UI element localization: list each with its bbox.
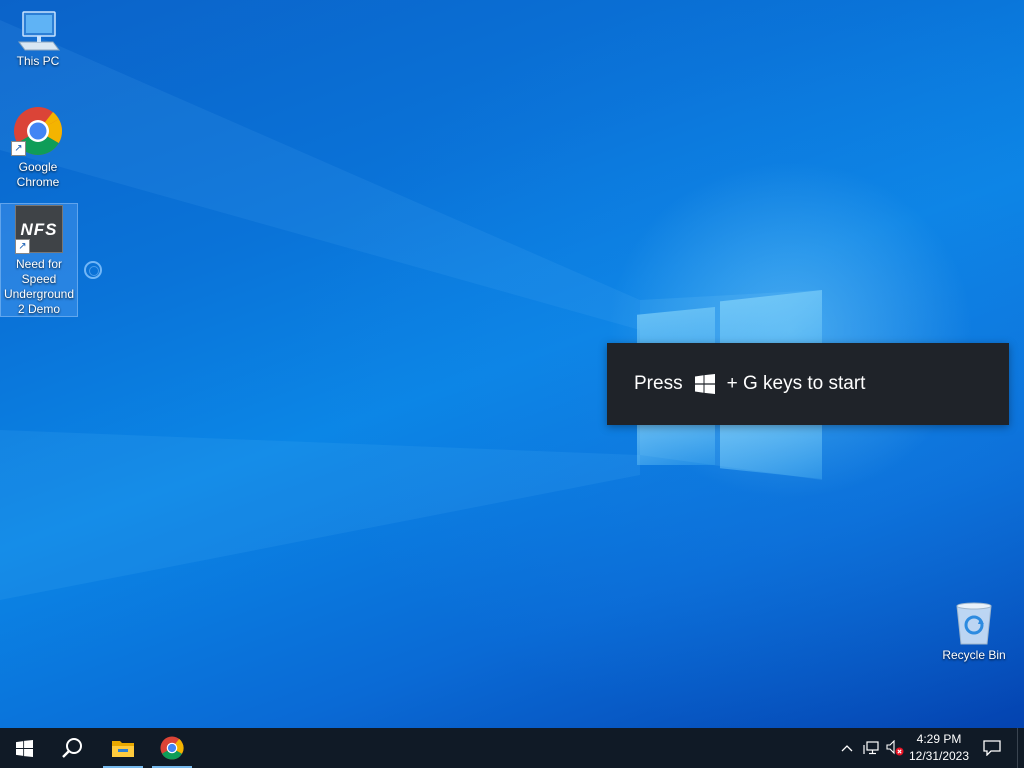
clock-date: 12/31/2023 [908, 749, 970, 763]
taskbar: 4:29 PM 12/31/2023 [0, 728, 1024, 768]
chrome-icon [160, 736, 184, 760]
recycle-bin-label: Recycle Bin [942, 648, 1006, 662]
busy-cursor-icon [84, 261, 102, 279]
action-center-button[interactable] [978, 728, 1006, 768]
this-pc-label: This PC [16, 54, 60, 68]
windows-logo-icon [15, 739, 33, 757]
taskbar-clock[interactable]: 4:29 PM 12/31/2023 [902, 731, 976, 765]
shortcut-arrow-icon: ↗ [15, 239, 30, 254]
desktop-icon-this-pc[interactable]: This PC [0, 8, 76, 74]
search-button[interactable] [48, 728, 96, 768]
taskbar-chrome[interactable] [152, 728, 192, 768]
taskbar-file-explorer[interactable] [103, 728, 143, 768]
recycle-bin-icon [956, 602, 992, 645]
chevron-up-icon [841, 745, 853, 752]
clock-time: 4:29 PM [916, 732, 962, 746]
windows-key-icon [694, 374, 715, 394]
desktop-icon-google-chrome[interactable]: ↗ Google Chrome [0, 106, 76, 189]
network-icon [863, 741, 879, 755]
desktop-icon-nfs-underground-2-demo[interactable]: NFS ↗ Need for Speed Underground 2 Demo [0, 203, 78, 317]
network-button[interactable] [860, 728, 882, 768]
chrome-label: Google Chrome [16, 160, 60, 189]
start-button[interactable] [0, 728, 48, 768]
nfs-label: Need for Speed Underground 2 Demo [3, 257, 75, 316]
folder-icon [112, 741, 134, 757]
computer-icon [18, 11, 60, 51]
show-hidden-icons-button[interactable] [836, 728, 858, 768]
shortcut-arrow-icon: ↗ [11, 141, 26, 156]
game-bar-toast: Press + G keys to start [607, 343, 1009, 425]
show-desktop-button[interactable] [1017, 728, 1018, 768]
toast-suffix: + G keys to start [726, 373, 866, 394]
action-center-icon [983, 740, 1001, 756]
desktop[interactable]: This PC ↗ Google Chrome NFS ↗ Need for S… [0, 0, 1024, 728]
desktop-icon-recycle-bin[interactable]: Recycle Bin [936, 602, 1012, 670]
toast-prefix: Press [634, 373, 683, 394]
search-icon [62, 738, 82, 758]
